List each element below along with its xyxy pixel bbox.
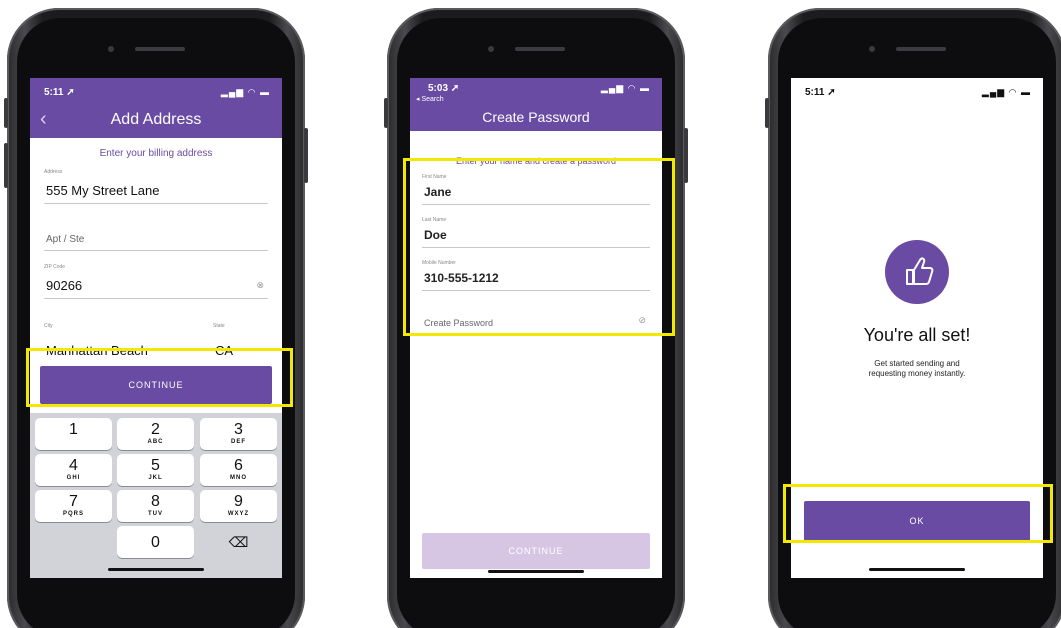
status-bar: 5:11 ➚ ▂▄▆ ◠ ▬ [30, 78, 282, 104]
status-bar: 5:11 ➚ ▂▄▆ ◠ ▬ [791, 78, 1043, 104]
delete-key[interactable]: ⌫ [200, 526, 277, 558]
front-camera [108, 46, 114, 52]
key-9[interactable]: 9 WXYZ [200, 490, 277, 522]
clear-icon[interactable]: ⊗ [256, 280, 264, 291]
address-field[interactable]: Address 555 My Street Lane [44, 169, 268, 204]
key-3[interactable]: 3 DEF [200, 418, 277, 450]
phone-frame-all-set: 5:11 ➚ ▂▄▆ ◠ ▬ You're all set! Get start… [765, 8, 1061, 628]
earpiece-speaker [515, 47, 565, 51]
key-2[interactable]: 2 ABC [117, 418, 194, 450]
thumbs-up-icon [885, 240, 949, 304]
continue-button[interactable]: CONTINUE [422, 533, 650, 569]
success-title: You're all set! [863, 325, 971, 345]
status-icons: ▂▄▆ ◠ ▬ [600, 83, 650, 93]
zip-value: 90266 [46, 278, 83, 293]
side-button [384, 98, 388, 128]
numeric-keypad: 1 2 ABC 3 DEF 4 GHI 5 JKL 6 MNO 7 PQRS 8 TUV 9W… [30, 413, 282, 578]
continue-highlight-box [26, 348, 293, 407]
earpiece-speaker [896, 47, 946, 51]
status-time: 5:11 ➚ [44, 87, 75, 98]
key-8[interactable]: 8 TUV [117, 490, 194, 522]
address-label: Address [44, 169, 63, 175]
apt-field[interactable]: Apt / Ste [44, 223, 268, 251]
city-label: City [44, 323, 53, 329]
front-camera [488, 46, 494, 52]
page-title: Add Address [110, 111, 202, 128]
page-title: Create Password [482, 109, 590, 125]
side-button [4, 143, 8, 188]
instructions-text: Enter your billing address [99, 148, 213, 159]
state-label: State [213, 323, 225, 329]
nav-bar: 5:03 ➚ ◂ Search ▂▄▆ ◠ ▬ Create Password [410, 78, 662, 131]
address-value: 555 My Street Lane [46, 183, 160, 198]
apt-placeholder: Apt / Ste [46, 234, 85, 245]
home-indicator [869, 568, 965, 571]
ok-highlight-box [783, 484, 1053, 543]
backspace-icon: ⌫ [228, 534, 249, 550]
form-fields-highlight-box [403, 158, 675, 336]
status-time: 5:11 ➚ [805, 87, 836, 98]
status-icons: ▂▄▆ ◠ ▬ [220, 87, 270, 97]
key-6[interactable]: 6 MNO [200, 454, 277, 486]
side-button [765, 98, 769, 128]
key-7[interactable]: 7 PQRS [35, 490, 112, 522]
success-message: Get started sending and requesting money… [868, 359, 966, 378]
phone-frame-add-address: 5:11 ➚ ▂▄▆ ◠ ▬ ‹ Add Address Enter your … [4, 8, 308, 628]
zip-label: ZIP Code [44, 264, 66, 270]
status-time: 5:03 ➚ [428, 83, 460, 94]
side-button [684, 128, 688, 183]
earpiece-speaker [135, 47, 185, 51]
status-icons: ▂▄▆ ◠ ▬ [981, 87, 1031, 97]
phone-frame-create-password: 5:03 ➚ ◂ Search ▂▄▆ ◠ ▬ Create Password … [384, 8, 688, 628]
nav-bar: 5:11 ➚ ▂▄▆ ◠ ▬ ‹ Add Address [30, 78, 282, 138]
home-indicator [108, 568, 204, 571]
status-bar: 5:03 ➚ ◂ Search ▂▄▆ ◠ ▬ [410, 78, 662, 104]
side-button [4, 98, 8, 128]
back-to-search-link[interactable]: ◂ Search [416, 95, 444, 103]
key-0[interactable]: 0 [117, 526, 194, 558]
home-indicator [488, 570, 584, 573]
zip-field[interactable]: ZIP Code 90266 ⊗ [44, 264, 268, 299]
key-5[interactable]: 5 JKL [117, 454, 194, 486]
key-1[interactable]: 1 [35, 418, 112, 450]
front-camera [869, 46, 875, 52]
side-button [304, 128, 308, 183]
add-address-screen: 5:11 ➚ ▂▄▆ ◠ ▬ ‹ Add Address Enter your … [30, 78, 282, 578]
key-4[interactable]: 4 GHI [35, 454, 112, 486]
